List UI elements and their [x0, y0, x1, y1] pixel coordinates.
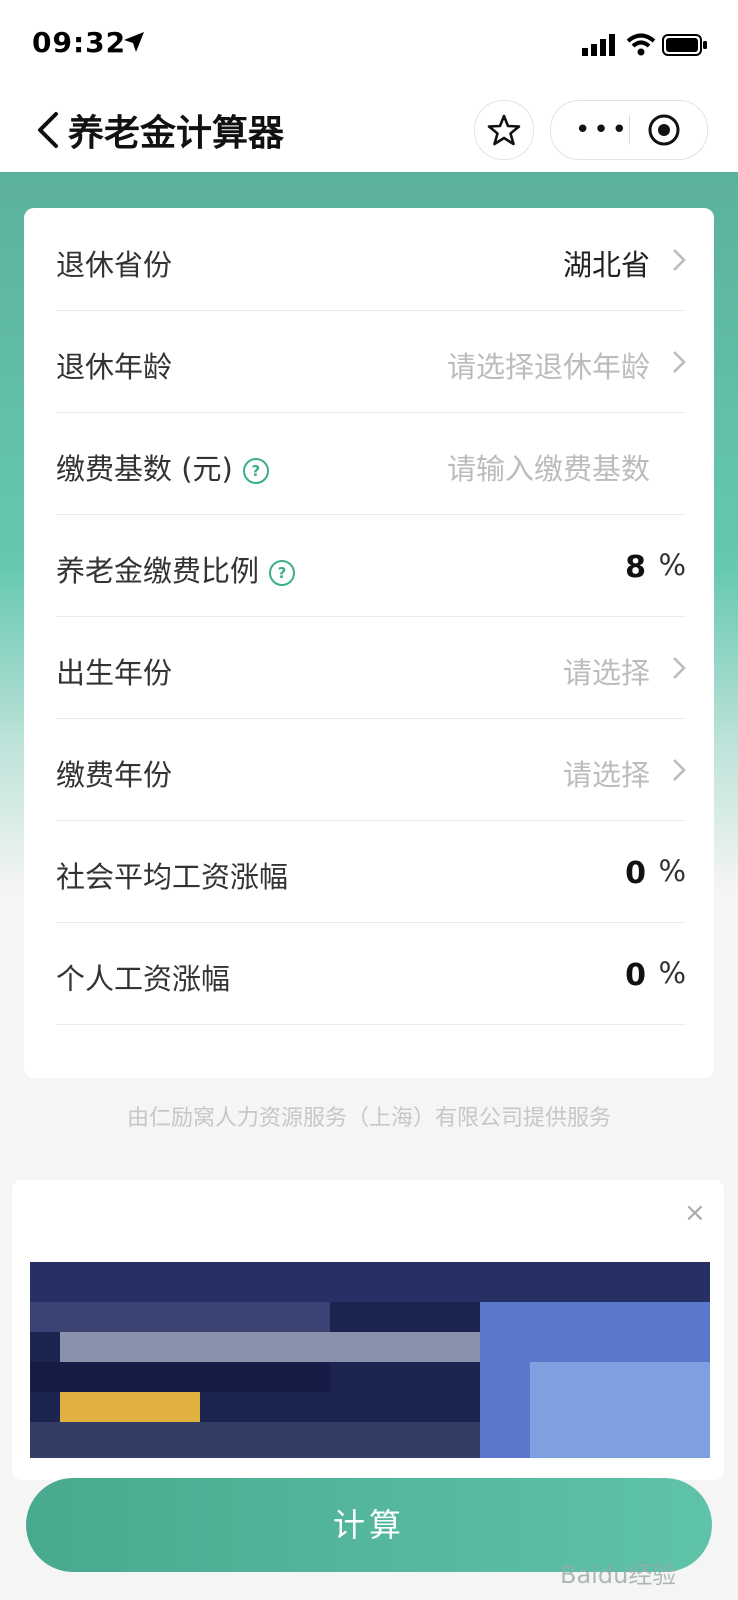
- pension-rate-label: 养老金缴费比例: [56, 554, 260, 588]
- nav-bar: 养老金计算器 •••: [0, 90, 738, 172]
- wifi-icon: [626, 33, 656, 56]
- record-icon[interactable]: [647, 113, 681, 147]
- retire-age-row[interactable]: 退休年龄 请选择退休年龄: [56, 310, 686, 413]
- percent-unit: %: [658, 548, 686, 582]
- chevron-right-icon: [673, 351, 686, 373]
- row-label: 退休年龄: [56, 350, 173, 384]
- help-icon[interactable]: ?: [269, 560, 296, 586]
- form-card: 退休省份 湖北省 退休年龄 请选择退休年龄 缴费基数 (元)? 请输入缴费基数 …: [24, 208, 714, 1078]
- more-icon[interactable]: •••: [575, 117, 630, 143]
- miniprogram-capsule: •••: [550, 100, 708, 160]
- row-label: 缴费年份: [56, 758, 173, 792]
- retire-province-value: 湖北省: [562, 248, 650, 282]
- row-label: 出生年份: [56, 656, 173, 690]
- pension-rate-row: 养老金缴费比例? 8 %: [56, 514, 686, 617]
- row-label: 个人工资涨幅: [56, 962, 231, 996]
- payment-year-placeholder: 请选择: [562, 758, 650, 792]
- avg-wage-growth-row: 社会平均工资涨幅 0 %: [56, 820, 686, 923]
- retire-province-row[interactable]: 退休省份 湖北省: [56, 208, 686, 311]
- row-label: 退休省份: [56, 248, 173, 282]
- favorite-button[interactable]: [474, 100, 534, 160]
- provider-text: 由仁励窝人力资源服务（上海）有限公司提供服务: [126, 1106, 611, 1131]
- capsule-divider: [629, 115, 630, 145]
- birth-year-row[interactable]: 出生年份 请选择: [56, 616, 686, 719]
- personal-wage-growth-row: 个人工资涨幅 0 %: [56, 922, 686, 1025]
- watermark: Baidu经验: [560, 1561, 677, 1589]
- ad-close-icon[interactable]: ×: [684, 1198, 706, 1228]
- chevron-right-icon: [673, 759, 686, 781]
- chevron-right-icon: [673, 249, 686, 271]
- help-icon[interactable]: ?: [242, 458, 269, 484]
- ad-image[interactable]: [30, 1262, 710, 1458]
- row-label: 社会平均工资涨幅: [56, 860, 289, 894]
- avg-wage-growth-value[interactable]: 0: [625, 856, 646, 891]
- personal-wage-growth-value[interactable]: 0: [625, 958, 646, 993]
- back-icon[interactable]: [30, 108, 70, 152]
- contribution-base-row[interactable]: 缴费基数 (元)? 请输入缴费基数: [56, 412, 686, 515]
- status-time: 09:32: [32, 26, 127, 59]
- location-icon: [124, 32, 144, 52]
- pension-rate-value[interactable]: 8: [625, 550, 646, 585]
- birth-year-placeholder: 请选择: [562, 656, 650, 690]
- star-icon: [487, 114, 521, 146]
- status-bar: 09:32: [0, 0, 738, 90]
- contribution-base-label: 缴费基数 (元): [56, 452, 233, 486]
- row-label: 养老金缴费比例?: [56, 548, 296, 590]
- retire-age-placeholder: 请选择退休年龄: [446, 350, 650, 384]
- contribution-base-input[interactable]: 请输入缴费基数: [447, 446, 650, 488]
- payment-year-row[interactable]: 缴费年份 请选择: [56, 718, 686, 821]
- page-title: 养老金计算器: [68, 113, 285, 154]
- signal-icon: [582, 34, 615, 56]
- chevron-right-icon: [673, 657, 686, 679]
- row-label: 缴费基数 (元)?: [56, 446, 269, 488]
- percent-unit: %: [658, 956, 686, 990]
- percent-unit: %: [658, 854, 686, 888]
- battery-icon: [662, 34, 707, 56]
